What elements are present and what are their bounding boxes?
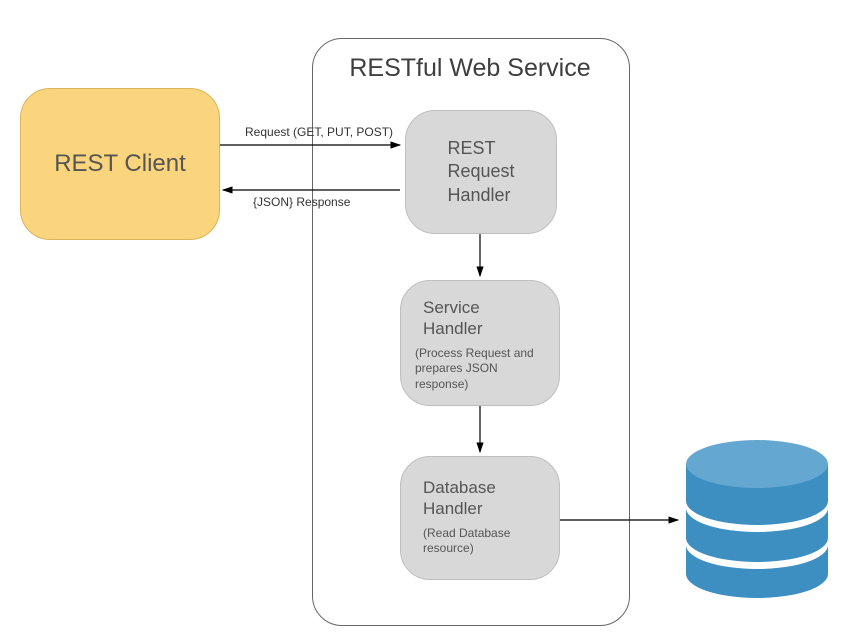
diagram-canvas: REST Client RESTful Web Service RESTRequ… [0,0,850,638]
service-handler-label: ServiceHandler [401,281,559,346]
service-handler-sub: (Process Request and prepares JSON respo… [401,346,559,403]
database-handler-sub: (Read Database resource) [401,526,559,567]
rest-request-handler-label: RESTRequestHandler [429,137,532,207]
database-handler-node: DatabaseHandler (Read Database resource) [400,456,560,580]
arrow-label-response: {JSON} Response [253,195,350,209]
rest-client-label: REST Client [54,150,186,178]
rest-client-node: REST Client [20,88,220,240]
database-icon [682,434,832,604]
service-handler-node: ServiceHandler (Process Request and prep… [400,280,560,406]
database-handler-label: DatabaseHandler [401,457,559,526]
arrow-label-request: Request (GET, PUT, POST) [245,125,393,139]
service-title: RESTful Web Service [330,54,610,83]
rest-request-handler-node: RESTRequestHandler [405,110,557,234]
